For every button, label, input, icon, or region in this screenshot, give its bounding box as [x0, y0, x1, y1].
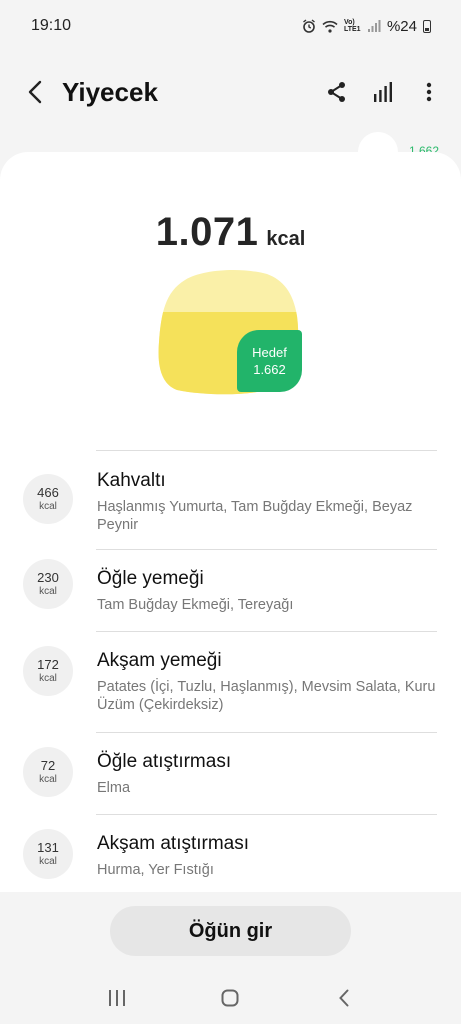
back-button[interactable] — [20, 72, 50, 112]
meal-kcal-badge: 172 kcal — [23, 646, 73, 696]
goal-value: 1.662 — [253, 362, 286, 377]
system-nav-bar — [0, 972, 461, 1024]
meal-item-dinner[interactable]: 172 kcal Akşam yemeği Patates (İçi, Tuzl… — [0, 632, 461, 732]
recents-button[interactable] — [97, 978, 137, 1018]
share-icon — [328, 82, 345, 102]
meal-kcal-unit: kcal — [39, 856, 57, 867]
meal-item-breakfast[interactable]: 466 kcal Kahvaltı Haşlanmış Yumurta, Tam… — [0, 450, 461, 550]
goal-badge: Hedef 1.662 — [237, 330, 302, 392]
app-bar: Yiyecek — [0, 62, 461, 122]
meal-name: Öğle atıştırması — [97, 751, 232, 772]
meal-kcal-value: 230 — [37, 570, 59, 585]
status-time: 19:10 — [31, 17, 72, 34]
status-icons: Vo) LTE1 %24 — [302, 18, 431, 35]
meal-items: Elma — [97, 780, 131, 796]
meal-text: Kahvaltı Haşlanmış Yumurta, Tam Buğday E… — [97, 470, 437, 534]
page-title: Yiyecek — [62, 76, 158, 107]
goal-label: Hedef — [252, 345, 287, 360]
share-button[interactable] — [325, 77, 349, 107]
recents-icon — [108, 990, 125, 1006]
meal-text: Öğle atıştırması Elma — [97, 751, 437, 797]
total-calories: 1.071 kcal — [0, 210, 461, 255]
meal-kcal-value: 72 — [40, 758, 56, 773]
meal-name: Akşam atıştırması — [97, 833, 250, 854]
app-actions — [325, 77, 441, 107]
home-icon — [221, 989, 239, 1007]
meal-kcal-value: 466 — [37, 485, 59, 500]
meal-kcal-value: 172 — [37, 657, 59, 672]
meal-kcal-unit: kcal — [39, 501, 57, 512]
meal-items: Haşlanmış Yumurta, Tam Buğday Ekmeği, Be… — [97, 499, 413, 533]
meal-text: Öğle yemeği Tam Buğday Ekmeği, Tereyağı — [97, 568, 437, 614]
total-calories-value: 1.071 — [155, 210, 259, 254]
stats-icon — [374, 82, 392, 102]
meal-text: Akşam atıştırması Hurma, Yer Fıstığı — [97, 833, 437, 879]
meal-kcal-badge: 72 kcal — [23, 747, 73, 797]
stats-button[interactable] — [371, 77, 395, 107]
meal-kcal-badge: 230 kcal — [23, 559, 73, 609]
meal-kcal-badge: 131 kcal — [23, 829, 73, 879]
screen: 19:10 Vo) LTE1 %24 Yiyecek 1.662 1.071 k… — [0, 0, 461, 1024]
meal-item-lunch[interactable]: 230 kcal Öğle yemeği Tam Buğday Ekmeği, … — [0, 550, 461, 631]
meal-text: Akşam yemeği Patates (İçi, Tuzlu, Haşlan… — [97, 650, 437, 714]
volte-icon: Vo) LTE1 — [344, 19, 362, 33]
log-meal-button[interactable]: Öğün gir — [110, 906, 351, 956]
meal-items: Patates (İçi, Tuzlu, Haşlanmış), Mevsim … — [97, 679, 436, 713]
meal-name: Kahvaltı — [97, 470, 166, 491]
meal-kcal-unit: kcal — [39, 774, 57, 785]
battery-icon — [423, 19, 431, 33]
network-label: Vo) LTE1 — [343, 19, 361, 33]
meal-kcal-badge: 466 kcal — [23, 474, 73, 524]
more-button[interactable] — [417, 77, 441, 107]
back-nav-icon — [339, 989, 349, 1007]
more-icon — [426, 82, 432, 102]
battery-percent: %24 — [386, 17, 417, 35]
signal-icon — [367, 20, 381, 32]
meal-items: Tam Buğday Ekmeği, Tereyağı — [97, 597, 294, 613]
alarm-icon — [302, 19, 316, 33]
meal-name: Akşam yemeği — [97, 650, 222, 671]
system-back-button[interactable] — [324, 978, 364, 1018]
back-icon — [28, 80, 42, 104]
meal-kcal-value: 131 — [37, 840, 59, 855]
status-bar: 19:10 Vo) LTE1 %24 — [0, 0, 461, 52]
meal-kcal-unit: kcal — [39, 673, 57, 684]
meal-items: Hurma, Yer Fıstığı — [97, 862, 214, 878]
meal-item-afternoon-snack[interactable]: 72 kcal Öğle atıştırması Elma — [0, 733, 461, 814]
meal-kcal-unit: kcal — [39, 586, 57, 597]
meal-name: Öğle yemeği — [97, 568, 204, 589]
meal-item-evening-snack[interactable]: 131 kcal Akşam atıştırması Hurma, Yer Fı… — [0, 815, 461, 895]
home-button[interactable] — [210, 978, 250, 1018]
wifi-icon — [322, 20, 338, 33]
total-calories-unit: kcal — [266, 228, 306, 250]
